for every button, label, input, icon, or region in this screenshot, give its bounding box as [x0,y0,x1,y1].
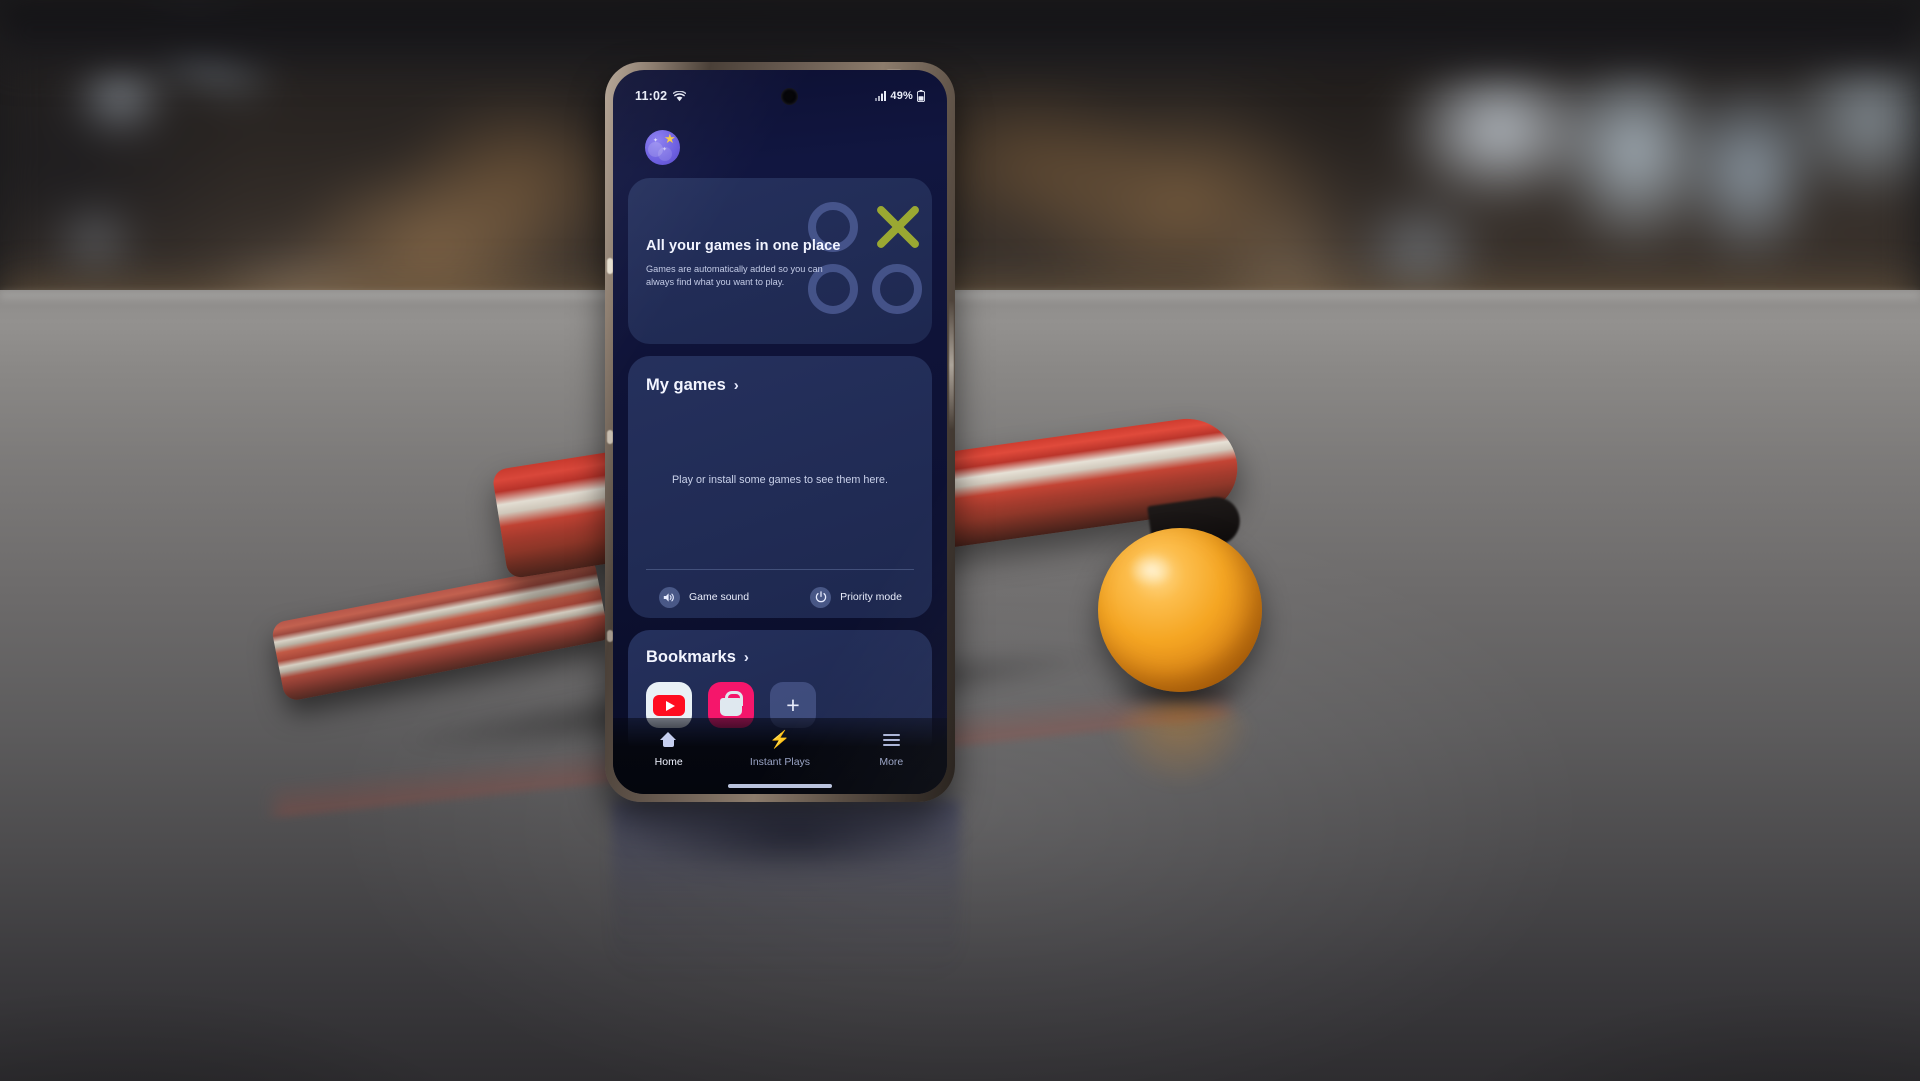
nav-item-instant-plays[interactable]: ⚡ Instant Plays [724,730,835,768]
ping-pong-ball [1098,528,1262,692]
ball-reflection [1105,701,1255,789]
game-launcher-profile-icon[interactable]: ✦ ✦ ★ [645,130,680,165]
home-icon [660,730,677,749]
profile-icon-sparkle-1: ✦ [653,138,659,144]
my-games-header[interactable]: My games › [646,376,739,395]
youtube-play-badge [653,695,685,716]
menu-icon [882,730,900,749]
frame-highlight-right [949,300,954,430]
bookmarks-title: Bookmarks [646,648,736,666]
speaker-icon [658,586,680,608]
shopping-bag-icon [720,691,743,716]
status-time: 11:02 [635,89,668,103]
power-icon [810,586,832,608]
profile-icon-star-icon: ★ [664,131,676,146]
my-games-card: My games › Play or install some games to… [628,356,932,618]
phone-reflection [612,800,960,980]
quick-actions-row: Game sound Priority mode [628,582,932,612]
status-bar-left: 11:02 [635,89,687,103]
nav-instant-plays-label: Instant Plays [749,756,811,768]
priority-mode-label: Priority mode [840,591,902,603]
my-games-title: My games [646,376,726,394]
play-triangle-icon [666,700,675,711]
my-games-empty-message: Play or install some games to see them h… [671,474,889,486]
chevron-right-icon: › [743,649,749,666]
chevron-right-icon: › [733,377,739,394]
signal-bars-icon [875,91,887,101]
wifi-icon [673,90,687,101]
priority-mode-button[interactable]: Priority mode [780,586,932,608]
front-camera-punch-hole [781,88,798,105]
bolt-icon: ⚡ [769,730,791,749]
battery-percent-label: 49% [890,90,913,102]
ball-highlight [1128,552,1174,588]
battery-icon [917,90,925,102]
bookmarks-header[interactable]: Bookmarks › [646,648,749,667]
tic-tac-toe-circle-3 [872,264,922,314]
game-sound-button[interactable]: Game sound [628,586,780,608]
nav-item-home[interactable]: Home [613,730,724,768]
status-bar-right: 49% [875,90,925,102]
promo-banner-title: All your games in one place [646,238,841,254]
promo-banner-subtitle: Games are automatically added so you can… [646,264,823,288]
bottom-navigation-bar: Home ⚡ Instant Plays More [613,718,947,794]
nav-more-label: More [879,756,904,768]
tic-tac-toe-graphic [806,196,928,324]
phone-screen: 11:02 49% ✦ ✦ ★ All your games in one pl… [613,70,947,794]
profile-icon-sparkle-2: ✦ [662,147,668,153]
background-dark-band [0,0,1920,80]
status-bar: 11:02 49% [613,84,947,108]
photo-scene: 11:02 49% ✦ ✦ ★ All your games in one pl… [0,0,1920,1081]
my-games-divider [646,569,914,570]
game-sound-label: Game sound [688,591,750,603]
tic-tac-toe-cross-icon [870,200,924,254]
gesture-home-bar[interactable] [728,784,832,788]
promo-banner-card[interactable]: All your games in one place Games are au… [628,178,932,344]
nav-item-more[interactable]: More [836,730,947,768]
nav-home-label: Home [654,756,683,768]
